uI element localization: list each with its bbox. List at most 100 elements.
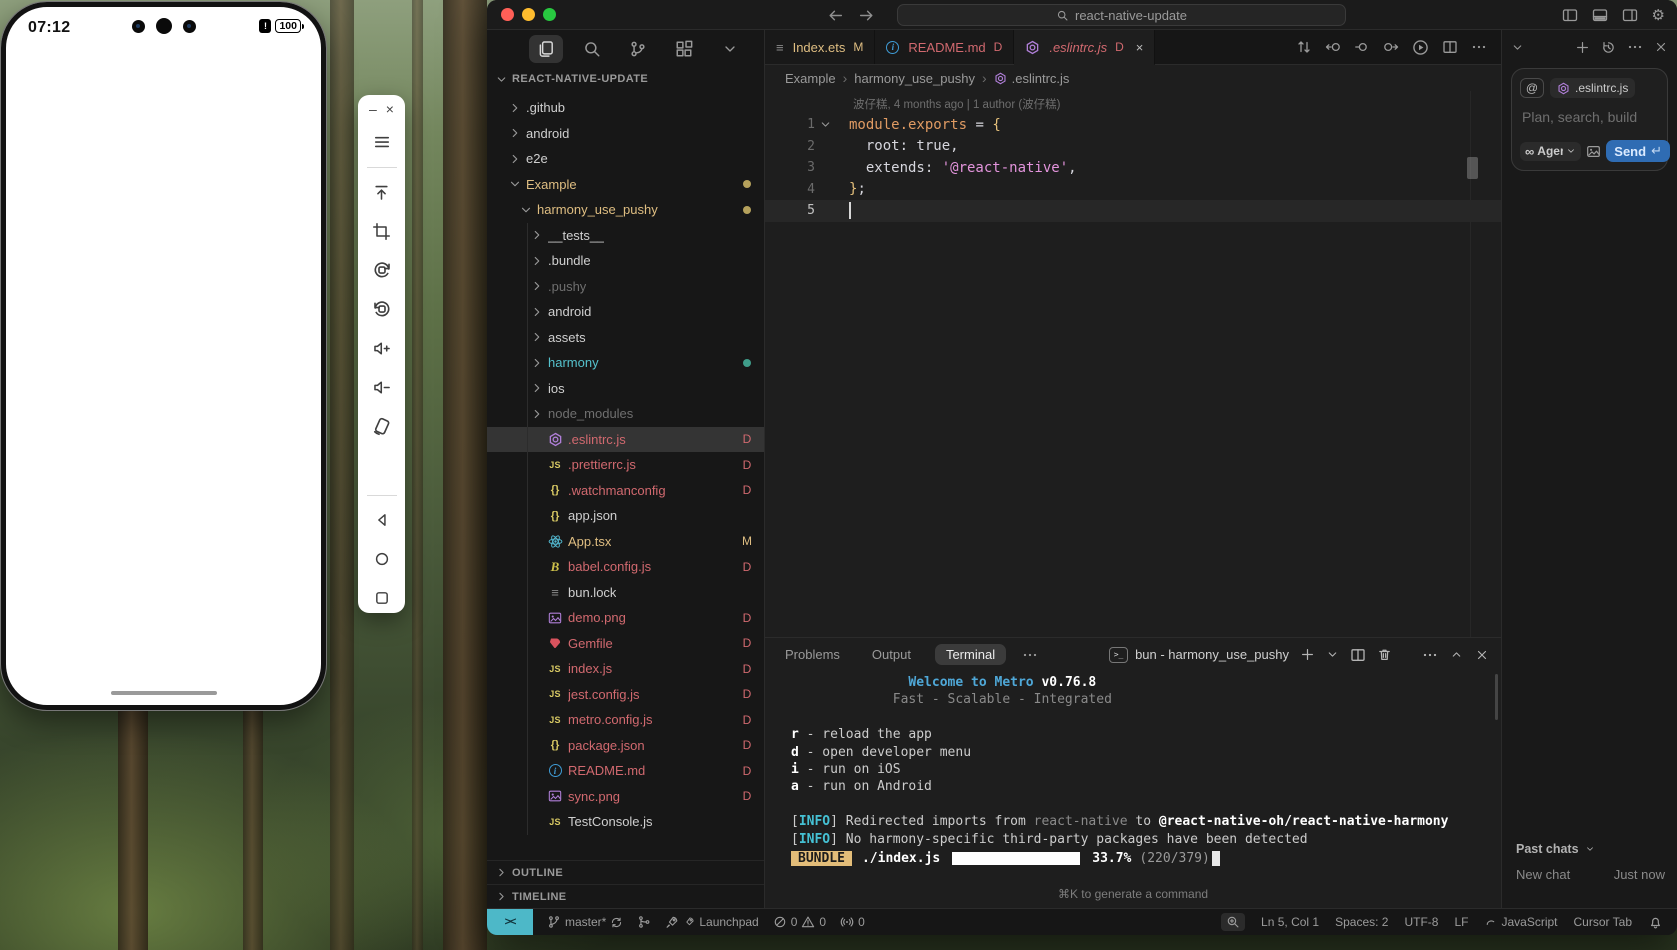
file-item-app.json[interactable]: {}app.json: [487, 503, 764, 529]
split-terminal-icon[interactable]: [1350, 647, 1366, 663]
folder-item-e2e[interactable]: e2e: [487, 146, 764, 172]
close-window-button[interactable]: [501, 8, 514, 21]
past-chats-header[interactable]: Past chats: [1516, 842, 1595, 856]
kill-terminal-icon[interactable]: [1377, 647, 1392, 662]
command-center-search[interactable]: react-native-update: [897, 4, 1346, 26]
minimize-icon[interactable]: –: [369, 101, 377, 117]
terminal-scrollbar[interactable]: [1495, 674, 1498, 720]
file-item-index.js[interactable]: JSindex.jsD: [487, 656, 764, 682]
past-chat-item[interactable]: New chat Just now: [1516, 867, 1665, 882]
code-line-1[interactable]: 1module.exports = {: [765, 114, 1501, 136]
file-item-.prettierrc.js[interactable]: JS.prettierrc.jsD: [487, 452, 764, 478]
file-item-README.md[interactable]: iREADME.mdD: [487, 758, 764, 784]
folder-item-.bundle[interactable]: .bundle: [487, 248, 764, 274]
git-merge-status[interactable]: [637, 915, 651, 929]
file-item-sync.png[interactable]: sync.pngD: [487, 784, 764, 810]
menu-button[interactable]: [367, 127, 397, 157]
encoding-status[interactable]: UTF-8: [1404, 915, 1438, 929]
file-item-jest.config.js[interactable]: JSjest.config.jsD: [487, 682, 764, 708]
activity-source-control-button[interactable]: [621, 35, 655, 63]
navigate-forward-icon[interactable]: [858, 7, 875, 24]
folder-item-harmony[interactable]: harmony: [487, 350, 764, 376]
tab-terminal[interactable]: Terminal: [935, 644, 1006, 665]
file-item-package.json[interactable]: {}package.jsonD: [487, 733, 764, 759]
tab-problems[interactable]: Problems: [777, 644, 848, 665]
editor-tab-.eslintrc.js[interactable]: .eslintrc.jsD×: [1014, 30, 1155, 65]
workspace-header[interactable]: REACT-NATIVE-UPDATE: [487, 68, 764, 90]
nav-home-button[interactable]: [367, 544, 397, 574]
file-item-TestConsole.js[interactable]: JSTestConsole.js: [487, 809, 764, 835]
agent-mode-selector[interactable]: ∞ Agent: [1520, 142, 1581, 161]
nav-back-button[interactable]: [367, 505, 397, 535]
more-icon[interactable]: [1471, 39, 1487, 55]
git-branch-status[interactable]: master*: [547, 915, 623, 929]
folder-item-__tests__[interactable]: __tests__: [487, 223, 764, 249]
file-item-App.tsx[interactable]: App.tsxM: [487, 529, 764, 555]
toggle-sidebar-icon[interactable]: [1562, 7, 1578, 23]
chat-more-icon[interactable]: [1627, 39, 1643, 55]
split-editor-icon[interactable]: [1442, 39, 1458, 55]
attach-image-icon[interactable]: [1586, 144, 1601, 159]
close-panel-icon[interactable]: [1475, 648, 1489, 662]
notifications-status[interactable]: [1648, 915, 1663, 930]
upload-button[interactable]: [367, 177, 397, 207]
folder-item-harmony_use_pushy[interactable]: harmony_use_pushy: [487, 197, 764, 223]
nav-recents-button[interactable]: [367, 583, 397, 613]
terminal-session-chip[interactable]: >_ bun - harmony_use_pushy: [1109, 647, 1289, 663]
file-item-demo.png[interactable]: demo.pngD: [487, 605, 764, 631]
chat-history-icon[interactable]: [1601, 40, 1616, 55]
close-tab-icon[interactable]: ×: [1136, 40, 1144, 55]
activity-search-button[interactable]: [575, 35, 609, 63]
zoom-status[interactable]: [1221, 913, 1245, 931]
tab-output[interactable]: Output: [864, 644, 919, 665]
chat-tab-chevron-icon[interactable]: [1511, 41, 1524, 54]
compare-changes-icon[interactable]: [1296, 39, 1312, 55]
editor-tab-README.md[interactable]: iREADME.mdD: [875, 30, 1014, 64]
home-indicator[interactable]: [111, 691, 217, 695]
rotate-cw-button[interactable]: [367, 294, 397, 324]
rotate-ccw-button[interactable]: [367, 255, 397, 285]
screenshot-crop-button[interactable]: [367, 216, 397, 246]
run-icon[interactable]: [1412, 39, 1429, 56]
folder-item-Example[interactable]: Example: [487, 172, 764, 198]
panel-more-icon[interactable]: [1422, 647, 1438, 663]
folder-item-ios[interactable]: ios: [487, 376, 764, 402]
file-item-bun.lock[interactable]: ≡bun.lock: [487, 580, 764, 606]
context-file-chip[interactable]: .eslintrc.js: [1550, 78, 1635, 98]
breadcrumb-item-.eslintrc.js[interactable]: .eslintrc.js: [994, 71, 1070, 86]
navigate-back-icon[interactable]: [1325, 39, 1341, 55]
activity-extensions-button[interactable]: [667, 35, 701, 63]
toggle-panel-icon[interactable]: [1592, 7, 1608, 23]
editor-tab-Index.ets[interactable]: ≡Index.etsM: [765, 30, 875, 64]
close-chat-icon[interactable]: [1654, 40, 1668, 54]
code-line-2[interactable]: 2 root: true,: [765, 136, 1501, 158]
code-line-5[interactable]: 5: [765, 200, 1501, 222]
panel-tabs-more-icon[interactable]: [1022, 647, 1038, 663]
scrollbar-thumb[interactable]: [1467, 157, 1478, 179]
ports-status[interactable]: 0: [840, 915, 865, 929]
android-emulator-screen[interactable]: 07:12 ! 100: [1, 2, 326, 710]
file-item-babel.config.js[interactable]: Bbabel.config.jsD: [487, 554, 764, 580]
timeline-section[interactable]: TIMELINE: [487, 884, 764, 908]
minimize-window-button[interactable]: [522, 8, 535, 21]
new-chat-icon[interactable]: [1575, 40, 1590, 55]
folder-item-android[interactable]: android: [487, 121, 764, 147]
maximize-panel-icon[interactable]: [1450, 648, 1463, 661]
folder-item-assets[interactable]: assets: [487, 325, 764, 351]
indentation-status[interactable]: Spaces: 2: [1335, 915, 1388, 929]
code-editor[interactable]: 波仔糕, 4 months ago | 1 author (波仔糕) 1modu…: [765, 91, 1501, 637]
chat-input-card[interactable]: @ .eslintrc.js Plan, search, build ∞ Age…: [1511, 68, 1668, 171]
folder-item-node_modules[interactable]: node_modules: [487, 401, 764, 427]
folder-item-.github[interactable]: .github: [487, 95, 764, 121]
terminal-dropdown-icon[interactable]: [1326, 648, 1339, 661]
volume-up-button[interactable]: [367, 333, 397, 363]
rotate-device-button[interactable]: [367, 411, 397, 441]
breadcrumb-item-Example[interactable]: Example: [785, 71, 836, 86]
activity-chevron-down-button[interactable]: [713, 35, 747, 63]
volume-down-button[interactable]: [367, 372, 397, 402]
file-item-Gemfile[interactable]: GemfileD: [487, 631, 764, 657]
toggle-secondary-sidebar-icon[interactable]: [1622, 7, 1638, 23]
outline-section[interactable]: OUTLINE: [487, 860, 764, 884]
breadcrumb-item-harmony_use_pushy[interactable]: harmony_use_pushy: [854, 71, 975, 86]
settings-gear-icon[interactable]: ⚙: [1652, 6, 1665, 24]
